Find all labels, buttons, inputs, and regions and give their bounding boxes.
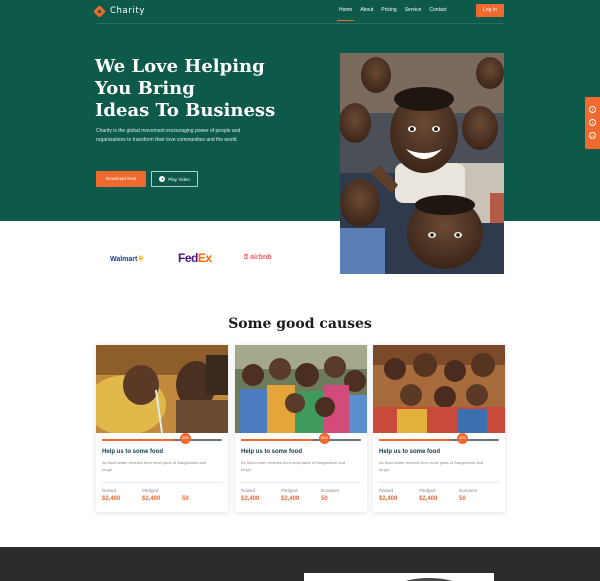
logo-icon	[93, 4, 106, 18]
hero-title-line-3: Ideas To Business	[95, 100, 276, 121]
fedex-logo-ex: Ex	[197, 251, 212, 265]
walmart-spark-icon: ✳	[137, 254, 145, 263]
hero-title-line-1: We Love Helping	[95, 56, 265, 77]
main-menu: Home About Pricing Service Contact	[336, 7, 455, 21]
nav-divider	[95, 23, 505, 24]
donators-value: 50	[321, 496, 328, 502]
donators-label: Donators	[321, 488, 340, 493]
fedex-logo-fed: Fed	[178, 251, 198, 265]
play-video-label: Play Video	[168, 176, 190, 182]
download-now-button[interactable]: Download Now	[96, 171, 146, 187]
cause-progress-fill	[379, 439, 451, 441]
airbnb-logo: ⍰ airbnb	[244, 254, 272, 262]
donators-label: Donators	[459, 488, 478, 493]
smiling-children-illustration	[340, 53, 504, 274]
cause-divider	[379, 482, 499, 483]
walmart-logo-text: Walmart	[110, 256, 138, 263]
group-of-children-illustration	[235, 345, 367, 433]
logo[interactable]: Charity	[93, 4, 145, 18]
causes-title: Some good causes	[228, 316, 372, 332]
play-icon	[159, 176, 166, 182]
cause-progress-fill	[102, 439, 174, 441]
pledged-value: $2,400	[281, 496, 300, 502]
cause-title[interactable]: Help us to some food	[379, 449, 440, 455]
hero-title: We Love Helping You Bring Ideas To Busin…	[95, 56, 295, 122]
instagram-icon[interactable]: o	[589, 132, 596, 139]
raised-value: $2,400	[102, 496, 121, 502]
cause-card-image	[235, 345, 367, 433]
hero-subtitle: Charity is the global movement encouragi…	[96, 128, 241, 143]
cause-progress-badge: 60%	[457, 433, 468, 444]
cause-title[interactable]: Help us to some food	[102, 449, 163, 455]
hero-title-line-2: You Bring	[95, 78, 195, 99]
nav-item-pricing[interactable]: Pricing	[381, 7, 396, 21]
cause-divider	[102, 482, 222, 483]
raised-value: $2,400	[379, 496, 398, 502]
cause-progress-badge: 60%	[180, 433, 191, 444]
cause-progress-bar	[102, 439, 222, 441]
hero-image	[340, 53, 504, 274]
child-drinking-water-illustration	[96, 345, 228, 433]
cause-card[interactable]: 60% Help us to some food As flood water …	[235, 345, 367, 512]
cause-description: As flood water recedes from most parts o…	[102, 460, 207, 472]
pledged-label: Pledged	[419, 488, 436, 493]
hero-section: Charity Home About Pricing Service Conta…	[0, 0, 600, 221]
cause-progress-bar	[241, 439, 361, 441]
raised-label: Raised	[241, 488, 256, 493]
nav-item-service[interactable]: Service	[405, 7, 422, 21]
raised-label: Raised	[102, 488, 117, 493]
twitter-icon[interactable]: t	[589, 119, 596, 126]
logo-text: Charity	[110, 6, 145, 16]
facebook-icon[interactable]: f	[589, 106, 596, 113]
cause-progress-fill	[241, 439, 313, 441]
next-section-dark-band	[0, 547, 600, 581]
cause-description: As flood water recedes from most parts o…	[379, 460, 484, 472]
next-section-image	[304, 573, 494, 581]
social-sidebar: f t o	[585, 97, 600, 149]
nav-item-contact[interactable]: Contact	[429, 7, 446, 21]
nav-item-about[interactable]: About	[360, 7, 373, 21]
fedex-logo: FedEx	[178, 251, 212, 265]
raised-value: $2,400	[241, 496, 260, 502]
raised-label: Raised	[379, 488, 394, 493]
top-nav: Charity Home About Pricing Service Conta…	[93, 4, 505, 22]
cause-divider	[241, 482, 361, 483]
pledged-label: Pledged	[142, 488, 159, 493]
cause-progress-badge: 60%	[319, 433, 330, 444]
play-video-button[interactable]: Play Video	[151, 171, 198, 187]
donators-value: 50	[182, 496, 189, 502]
pledged-value: $2,400	[419, 496, 438, 502]
cause-card[interactable]: 60% Help us to some food As flood water …	[96, 345, 228, 512]
pledged-label: Pledged	[281, 488, 298, 493]
walmart-logo: Walmart✳	[110, 254, 144, 263]
airbnb-logo-text: airbnb	[250, 254, 272, 261]
pledged-value: $2,400	[142, 496, 161, 502]
nav-item-home[interactable]: Home	[336, 7, 355, 21]
cause-progress-bar	[379, 439, 499, 441]
cause-description: As flood water recedes from most parts o…	[241, 460, 346, 472]
login-button[interactable]: Log In	[476, 4, 504, 17]
cause-card[interactable]: 60% Help us to some food As flood water …	[373, 345, 505, 512]
children-in-village-illustration	[373, 345, 505, 433]
cause-card-image	[96, 345, 228, 433]
donators-value: 50	[459, 496, 466, 502]
cause-title[interactable]: Help us to some food	[241, 449, 302, 455]
airbnb-symbol-icon: ⍰	[244, 254, 249, 261]
cause-card-image	[373, 345, 505, 433]
